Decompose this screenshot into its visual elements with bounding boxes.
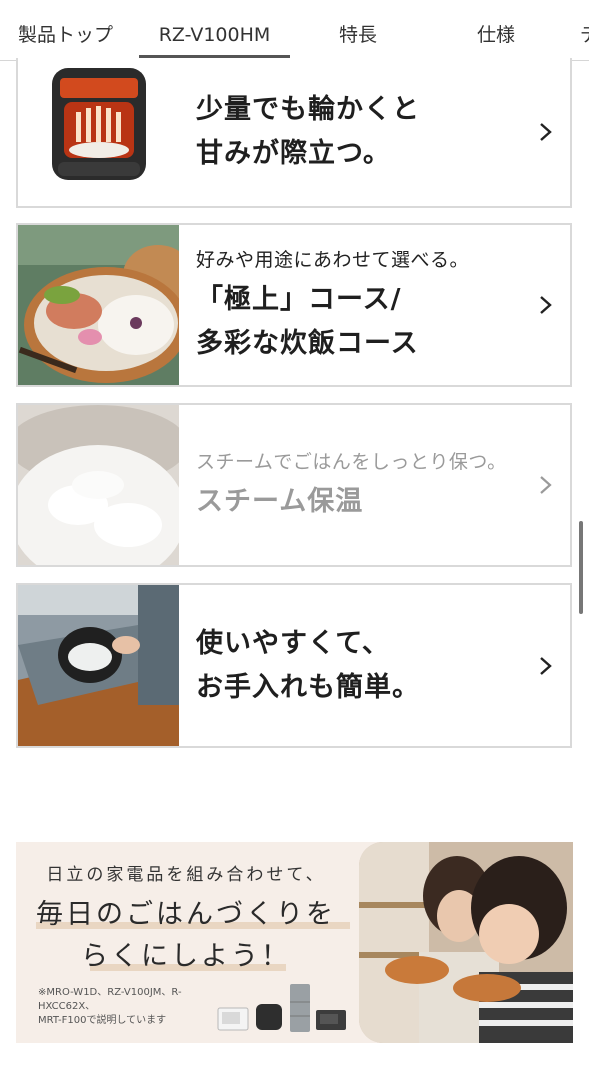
feature-card-courses[interactable]: 好みや用途にあわせて選べる。 「極上」コース/ 多彩な炊飯コース xyxy=(16,223,572,387)
card-text: 少量でも輪かくと 甘みが際立つ。 xyxy=(196,58,520,206)
card-lead: 好みや用途にあわせて選べる。 xyxy=(196,248,470,271)
tab-product-top[interactable]: 製品トップ xyxy=(18,0,113,60)
scrollbar-thumb[interactable] xyxy=(579,521,583,614)
banner-note-line1: ※MRO-W1D、RZ-V100JM、R-HXCC62X、 xyxy=(38,987,182,1012)
washing-rice-pot-photo xyxy=(18,585,179,746)
steamed-rice-bowl-photo xyxy=(18,405,179,565)
bento-box-photo xyxy=(18,225,179,385)
banner-line2: 毎日のごはんづくりを xyxy=(36,899,336,930)
card-title-line2: お手入れも簡単。 xyxy=(196,671,420,703)
tab-features[interactable]: 特長 xyxy=(339,0,377,60)
card-title-line2: 甘みが際立つ。 xyxy=(196,138,391,169)
banner-note: ※MRO-W1D、RZ-V100JM、R-HXCC62X、 MRT-F100で説… xyxy=(38,986,238,1028)
chevron-right-icon xyxy=(540,476,552,494)
card-title-line1: 「極上」コース/ xyxy=(196,283,402,315)
family-eating-photo xyxy=(359,842,573,1043)
tab-rz-v100hm[interactable]: RZ-V100HM xyxy=(139,0,290,60)
feature-card-easy-care[interactable]: 使いやすくて、 お手入れも簡単。 xyxy=(16,583,572,748)
card-title-line1: スチーム保温 xyxy=(196,485,364,517)
rice-cooker-product-image xyxy=(18,58,179,206)
card-text: 好みや用途にあわせて選べる。 「極上」コース/ 多彩な炊飯コース xyxy=(196,225,520,385)
banner-line3: らくにしよう！ xyxy=(81,941,291,972)
appliance-lineup-image xyxy=(217,984,346,1032)
banner-note-line2: MRT-F100で説明しています xyxy=(38,1015,167,1026)
card-title-line1: 少量でも輪かくと xyxy=(196,94,420,125)
tab-more[interactable]: デ xyxy=(580,0,589,60)
chevron-right-icon xyxy=(540,296,552,314)
chevron-right-icon xyxy=(540,123,552,141)
tab-specs[interactable]: 仕様 xyxy=(477,0,515,60)
card-lead: スチームでごはんをしっとり保つ。 xyxy=(196,450,507,473)
appliance-combination-banner[interactable]: 日立の家電品を組み合わせて、 毎日のごはんづくりを らくにしよう！ ※MRO-W… xyxy=(16,842,573,1043)
card-text: スチームでごはんをしっとり保つ。 スチーム保温 xyxy=(196,405,520,565)
chevron-right-icon xyxy=(540,656,552,675)
banner-line1: 日立の家電品を組み合わせて、 xyxy=(46,865,326,885)
category-tab-bar: 製品トップ RZ-V100HM 特長 仕様 デ xyxy=(0,0,589,61)
feature-card-steam[interactable]: スチームでごはんをしっとり保つ。 スチーム保温 xyxy=(16,403,572,567)
feature-card-taste[interactable]: 少量でも輪かくと 甘みが際立つ。 xyxy=(16,58,572,208)
card-text: 使いやすくて、 お手入れも簡単。 xyxy=(196,585,520,746)
card-title-line1: 使いやすくて、 xyxy=(196,627,390,659)
card-title-line2: 多彩な炊飯コース xyxy=(196,327,419,359)
